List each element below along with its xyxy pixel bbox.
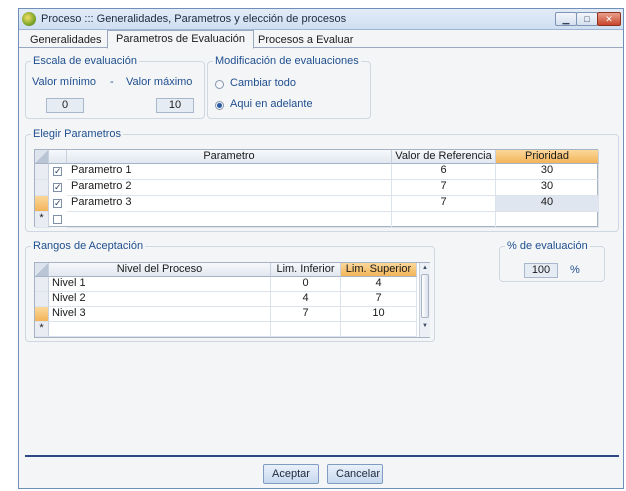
new-row-superior-cell[interactable] xyxy=(341,322,417,337)
min-value-field[interactable]: 0 xyxy=(46,98,84,113)
radio-cambiar-todo[interactable] xyxy=(215,80,224,89)
vertical-scrollbar[interactable]: ▲ ▼ xyxy=(419,263,430,337)
grid-corner xyxy=(35,150,49,164)
column-header-valor-referencia[interactable]: Valor de Referencia xyxy=(392,150,496,164)
scroll-down-icon[interactable]: ▼ xyxy=(420,321,430,331)
max-value-field[interactable]: 10 xyxy=(156,98,194,113)
column-header-parametro[interactable]: Parametro xyxy=(67,150,392,164)
escala-group: Escala de evaluación Valor mínimo - Valo… xyxy=(25,55,205,119)
row-header[interactable] xyxy=(35,292,49,307)
close-button[interactable]: ✕ xyxy=(597,12,621,26)
cancelar-button[interactable]: Cancelar xyxy=(327,464,383,484)
rangos-group: Rangos de Aceptación Nivel del Proceso L… xyxy=(25,240,435,342)
nivel-name-cell[interactable]: Nivel 1 xyxy=(49,277,271,292)
grid-corner xyxy=(35,263,49,277)
new-row-inferior-cell[interactable] xyxy=(271,322,341,337)
row-header[interactable] xyxy=(35,180,49,196)
row-checkbox[interactable] xyxy=(53,183,62,192)
parametros-group: Elegir Parametros Parametro Valor de Ref… xyxy=(25,128,619,232)
parametro-name-cell[interactable]: Parametro 3 xyxy=(67,196,392,212)
modificacion-group: Modificación de evaluaciones Cambiar tod… xyxy=(207,55,371,119)
row-checkbox[interactable] xyxy=(53,199,62,208)
column-header-prioridad[interactable]: Prioridad xyxy=(496,150,599,164)
tab-generalidades[interactable]: Generalidades xyxy=(21,31,111,48)
valor-referencia-cell[interactable]: 6 xyxy=(392,164,496,180)
aceptar-button[interactable]: Aceptar xyxy=(263,464,319,484)
scroll-up-icon[interactable]: ▲ xyxy=(420,263,430,273)
lim-inferior-cell[interactable]: 7 xyxy=(271,307,341,322)
row-header[interactable] xyxy=(35,164,49,180)
modificacion-legend: Modificación de evaluaciones xyxy=(213,55,361,67)
new-row-prioridad-cell[interactable] xyxy=(496,212,599,228)
new-row-nivel-cell[interactable] xyxy=(49,322,271,337)
max-label: Valor máximo xyxy=(126,76,193,88)
maximize-button[interactable]: □ xyxy=(576,12,598,26)
tab-procesos-evaluar[interactable]: Procesos a Evaluar xyxy=(249,31,362,48)
proceso-window: Proceso ::: Generalidades, Parametros y … xyxy=(18,8,624,489)
valor-referencia-cell[interactable]: 7 xyxy=(392,196,496,212)
column-header-lim-superior[interactable]: Lim. Superior xyxy=(341,263,417,277)
app-icon xyxy=(22,12,36,26)
rangos-grid: Nivel del Proceso Lim. Inferior Lim. Sup… xyxy=(34,262,430,338)
valor-referencia-cell[interactable]: 7 xyxy=(392,180,496,196)
column-header-lim-inferior[interactable]: Lim. Inferior xyxy=(271,263,341,277)
new-row-parametro-cell[interactable] xyxy=(67,212,392,228)
min-label: Valor mínimo xyxy=(32,76,96,88)
rangos-legend: Rangos de Aceptación xyxy=(31,240,146,252)
check-column-header xyxy=(49,150,67,164)
new-row-checkbox[interactable] xyxy=(53,215,62,224)
row-header-current[interactable] xyxy=(35,196,49,212)
footer-separator xyxy=(25,455,619,457)
tab-parametros-evaluacion[interactable]: Parametros de Evaluación xyxy=(107,30,255,49)
parametro-name-cell[interactable]: Parametro 1 xyxy=(67,164,392,180)
dash-label: - xyxy=(110,76,114,88)
lim-inferior-cell[interactable]: 0 xyxy=(271,277,341,292)
percent-unit-label: % xyxy=(570,264,580,276)
cambiar-todo-label[interactable]: Cambiar todo xyxy=(230,77,296,89)
porcentaje-field[interactable]: 100 xyxy=(524,263,558,278)
porcentaje-group: % de evaluación 100 % xyxy=(499,240,605,282)
minimize-button[interactable]: ▁ xyxy=(555,12,577,26)
prioridad-cell[interactable]: 40 xyxy=(496,196,599,212)
lim-superior-cell[interactable]: 10 xyxy=(341,307,417,322)
scroll-thumb[interactable] xyxy=(421,274,429,318)
nivel-name-cell[interactable]: Nivel 2 xyxy=(49,292,271,307)
new-row-marker[interactable]: * xyxy=(35,212,49,228)
lim-inferior-cell[interactable]: 4 xyxy=(271,292,341,307)
title-bar: Proceso ::: Generalidades, Parametros y … xyxy=(19,9,623,30)
row-checkbox[interactable] xyxy=(53,167,62,176)
window-title: Proceso ::: Generalidades, Parametros y … xyxy=(41,13,347,25)
porcentaje-legend: % de evaluación xyxy=(505,240,590,252)
row-header[interactable] xyxy=(35,277,49,292)
parametros-grid: Parametro Valor de Referencia Prioridad … xyxy=(34,149,599,228)
escala-legend: Escala de evaluación xyxy=(31,55,139,67)
new-row-referencia-cell[interactable] xyxy=(392,212,496,228)
prioridad-cell[interactable]: 30 xyxy=(496,180,599,196)
radio-aqui-en-adelante[interactable] xyxy=(215,101,224,110)
lim-superior-cell[interactable]: 7 xyxy=(341,292,417,307)
nivel-name-cell[interactable]: Nivel 3 xyxy=(49,307,271,322)
row-header-current[interactable] xyxy=(35,307,49,322)
parametro-name-cell[interactable]: Parametro 2 xyxy=(67,180,392,196)
tab-strip: Generalidades Parametros de Evaluación P… xyxy=(19,30,623,49)
new-row-marker[interactable]: * xyxy=(35,322,49,337)
lim-superior-cell[interactable]: 4 xyxy=(341,277,417,292)
prioridad-cell[interactable]: 30 xyxy=(496,164,599,180)
aqui-en-adelante-label[interactable]: Aqui en adelante xyxy=(230,98,313,110)
parametros-legend: Elegir Parametros xyxy=(31,128,124,140)
column-header-nivel[interactable]: Nivel del Proceso xyxy=(49,263,271,277)
